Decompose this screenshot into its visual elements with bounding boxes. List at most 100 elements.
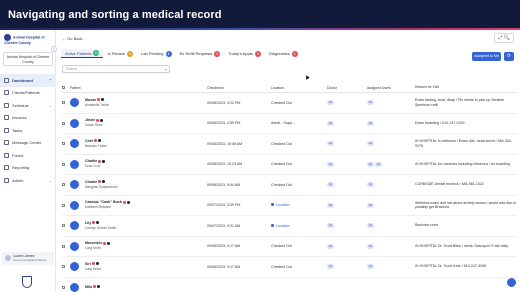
- doctor-pill[interactable]: AH: [327, 141, 334, 147]
- header-checked-in[interactable]: Checked In: [207, 86, 271, 90]
- row-checkbox[interactable]: [62, 203, 65, 207]
- tab-label: In Review: [107, 51, 126, 56]
- patient-name[interactable]: Cassius "Cash" Buck: [85, 200, 122, 204]
- table-row[interactable]: Mooze Annabelle Tomlin 09/08/2023, 3:22 PM…: [62, 93, 517, 114]
- row-checkbox[interactable]: [62, 244, 65, 248]
- tab-active-patients[interactable]: Active Patients 11: [61, 49, 104, 58]
- patient-name[interactable]: Chef: [85, 139, 93, 143]
- organization-select[interactable]: Animal Hospital of Chester County: [3, 52, 53, 66]
- doctor-pill[interactable]: AH: [327, 243, 334, 249]
- assigned-user-pill[interactable]: AH: [375, 161, 382, 167]
- sidebar-item-reporting[interactable]: Reporting: [0, 162, 56, 175]
- go-back-link[interactable]: ← Go Back: [62, 36, 82, 41]
- row-checkbox[interactable]: [62, 142, 65, 146]
- table-row[interactable]: Chef Brandon Foster 09/08/2023, 10:49 AM Ch…: [62, 134, 517, 155]
- patient-name[interactable]: Jinxie: [85, 118, 95, 122]
- header-assigned-users[interactable]: Assigned Users: [367, 86, 415, 90]
- sidebar: Animal Hospital of Chester County ‹ Anim…: [0, 30, 57, 292]
- row-checkbox[interactable]: [62, 224, 65, 228]
- patient-cell[interactable]: Chef Brandon Foster: [67, 139, 207, 149]
- patient-name[interactable]: Lily: [85, 221, 91, 225]
- tab-lab-pending[interactable]: Lab Pending 8: [137, 49, 175, 58]
- patient-cell[interactable]: Munchkin Long Kevin: [67, 241, 207, 251]
- table-row[interactable]: Cassius "Cash" Buck Kathleen Bruysten 09/0…: [62, 196, 517, 216]
- assigned-user-pill[interactable]: AH: [367, 141, 374, 147]
- assigned-user-pill[interactable]: AH: [367, 120, 374, 126]
- location-link[interactable]: Location: [271, 203, 290, 207]
- patient-name[interactable]: Milo: [85, 285, 92, 289]
- reporting-icon: [4, 165, 9, 171]
- row-checkbox[interactable]: [62, 162, 65, 166]
- sidebar-item-clients-patients[interactable]: Clients/Patients: [0, 87, 56, 100]
- search-input[interactable]: Search ⌕: [62, 65, 170, 73]
- header-doctor[interactable]: Doctor: [327, 86, 367, 90]
- sidebar-item-schedule[interactable]: Schedule ⌄: [0, 99, 56, 112]
- table-row[interactable]: Munchkin Long Kevin 09/08/2023, 9:17 AM Che…: [62, 237, 517, 257]
- assigned-to-me-button[interactable]: Assigned to Me: [472, 52, 501, 61]
- user-card[interactable]: Lauren James lauren.james@animalhosp...: [2, 252, 54, 265]
- assigned-user-pill[interactable]: AH: [367, 202, 374, 208]
- assigned-user-pill[interactable]: AH: [367, 243, 374, 249]
- patient-cell[interactable]: Milo: [67, 282, 207, 292]
- sidebar-item-forms[interactable]: Forms: [0, 149, 56, 162]
- row-checkbox[interactable]: [62, 183, 65, 187]
- row-checkbox[interactable]: [62, 121, 65, 125]
- assigned-user-pill[interactable]: AH: [367, 100, 374, 106]
- tab-count-badge: 6: [254, 50, 261, 57]
- doctor-pill[interactable]: AH: [327, 161, 334, 167]
- row-checkbox[interactable]: [62, 285, 65, 289]
- header-patient[interactable]: Patient: [67, 86, 207, 90]
- tab-in-review[interactable]: In Review 4: [103, 49, 137, 58]
- owner-name: Long Kevin: [85, 266, 101, 271]
- patient-cell[interactable]: Mooze Annabelle Tomlin: [67, 98, 207, 108]
- table-row[interactable]: Charlie Maryjean Szadecimore 09/08/2023, 9…: [62, 175, 517, 196]
- assigned-user-pill[interactable]: AH: [367, 182, 374, 188]
- patient-name[interactable]: Munchkin: [85, 241, 102, 245]
- table-row[interactable]: Charlie Sean Cruz 09/08/2023, 10:24 AM Chec…: [62, 155, 517, 175]
- sidebar-item-dashboard[interactable]: Dashboard ⌃: [0, 74, 56, 87]
- patient-name[interactable]: Charlie: [85, 180, 97, 184]
- patient-cell[interactable]: Jinxie Susan Rose: [67, 118, 207, 128]
- assigned-user-pill[interactable]: AH: [367, 223, 374, 229]
- refresh-button[interactable]: ⟳: [504, 52, 514, 61]
- alert-dot-icon: [96, 118, 100, 122]
- row-checkbox[interactable]: [62, 101, 65, 105]
- patient-cell[interactable]: Cassius "Cash" Buck Kathleen Bruysten: [67, 200, 207, 210]
- doctor-pill[interactable]: AH: [327, 202, 334, 208]
- tab-diagnostics[interactable]: Diagnostics 4: [265, 49, 302, 58]
- assigned-user-pill[interactable]: AH: [367, 264, 374, 270]
- sidebar-item-invoices[interactable]: Invoices: [0, 112, 56, 125]
- chat-bubble-icon[interactable]: [507, 278, 516, 287]
- doctor-pill[interactable]: AH: [327, 182, 334, 188]
- patient-cell[interactable]: Lily Carolyn Gomez Smith: [67, 221, 207, 231]
- doctor-pill[interactable]: AH: [327, 223, 334, 229]
- status-dot-icon: [95, 262, 99, 266]
- doctor-pill[interactable]: AH: [327, 120, 334, 126]
- table-row[interactable]: Milo: [62, 278, 517, 292]
- sidebar-item-admin[interactable]: Admin ⌄: [0, 174, 56, 187]
- table-row[interactable]: Lily Carolyn Gomez Smith 09/07/2023, 9:31 …: [62, 216, 517, 237]
- table-row[interactable]: Siri Long Kevin 09/08/2023, 9:17 AM Checked…: [62, 257, 517, 278]
- header-reason[interactable]: Reason for Visit: [415, 85, 517, 90]
- patient-name[interactable]: Mooze: [85, 98, 96, 102]
- location-link[interactable]: Location: [271, 223, 290, 228]
- tab-rx-refill-requests[interactable]: Rx Refill Requests 6: [176, 49, 225, 58]
- assigned-user-pill[interactable]: AH: [367, 161, 374, 167]
- doctor-pill[interactable]: AH: [327, 264, 334, 270]
- doctor-pill[interactable]: AH: [327, 100, 334, 106]
- patient-name[interactable]: Charlie: [85, 159, 97, 163]
- table-row[interactable]: Jinxie Susan Rose 09/08/2023, 2:59 PM Admit…: [62, 114, 517, 134]
- tab-today-s-appts[interactable]: Today's Appts 6: [224, 49, 265, 58]
- doctor-cell: AH: [327, 264, 367, 270]
- assigned-users-cell: AH AH: [367, 161, 415, 167]
- patient-name[interactable]: Siri: [85, 262, 91, 266]
- expand-search-icons[interactable]: ⤢ 🔍: [494, 33, 514, 43]
- patient-cell[interactable]: Charlie Maryjean Szadecimore: [67, 180, 207, 190]
- sidebar-item-tasks[interactable]: Tasks: [0, 124, 56, 137]
- select-all-checkbox[interactable]: [62, 86, 65, 89]
- sidebar-item-message-center[interactable]: Message Center: [0, 137, 56, 150]
- row-checkbox[interactable]: [62, 265, 65, 269]
- patient-cell[interactable]: Siri Long Kevin: [67, 262, 207, 272]
- patient-cell[interactable]: Charlie Sean Cruz: [67, 159, 207, 169]
- header-location[interactable]: Location: [271, 86, 327, 90]
